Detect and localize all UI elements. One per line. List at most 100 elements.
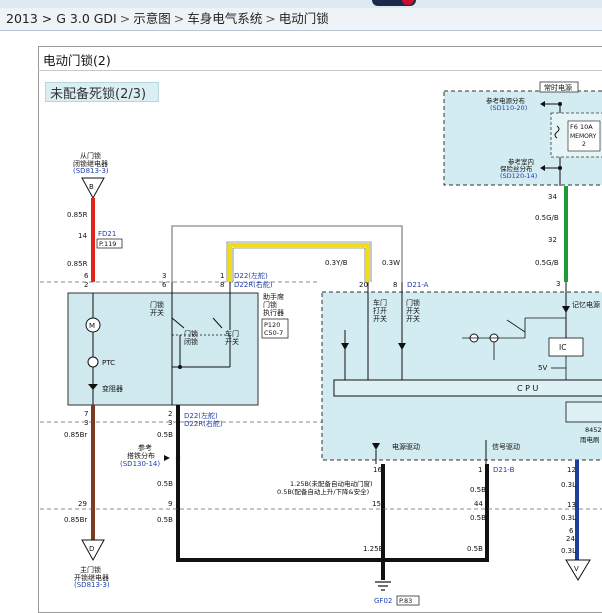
wire-05b-4: 0.5B <box>470 514 486 522</box>
ref-indoor-fuse-code: (SD120-14) <box>500 172 537 180</box>
cpu-label: C P U <box>517 384 538 393</box>
pin-1: 1 <box>220 272 224 280</box>
wire-125b-note-1: 1.25B(未配备自动电动门窗) <box>290 479 373 488</box>
wire-085br-1: 0.85Br <box>64 431 87 439</box>
ground-page: P.83 <box>399 597 412 605</box>
conn-c50-7: C50-7 <box>264 329 283 337</box>
signal-drive: 信号驱动 <box>492 442 520 451</box>
wire-03l-3: 0.3L <box>561 547 576 555</box>
door-open-switch-2: 开关 <box>225 337 239 346</box>
door-lock-closed-2: 闭锁 <box>184 337 198 346</box>
right-switch-a-2: 打开 <box>373 306 387 315</box>
pin-44: 44 <box>474 500 483 508</box>
right-switch-a-3: 开关 <box>373 314 387 323</box>
main-door-lock-code: (SD813-3) <box>74 581 110 589</box>
right-switch-b-3: 开关 <box>406 314 420 323</box>
connector-b-label: B <box>89 183 94 191</box>
right-edge-box <box>565 401 602 423</box>
constant-power-title: 常时电源 <box>544 83 572 92</box>
wire-05gb-2: 0.5G/B <box>535 259 559 267</box>
wire-05b-5: 0.5B <box>157 516 173 524</box>
right-edge-rain: 雨电刷 <box>580 435 600 444</box>
d22r-right-drive: D22R(右舵) <box>234 280 273 289</box>
right-switch-b-2: 开关 <box>406 306 420 315</box>
d22r-bot-right: D22R(右舵) <box>184 419 223 428</box>
passenger-actuator-2: 门锁 <box>263 300 277 309</box>
wire-05b-6: 0.5B <box>467 545 483 553</box>
wire-03yb: 0.3Y/B <box>325 259 348 267</box>
memory-power: 记忆电源 <box>572 300 600 309</box>
indoor-fuse-node <box>558 166 562 170</box>
wire-3-right: 3 <box>556 280 560 288</box>
conn-d21b: D21-B <box>493 466 515 474</box>
ref-power-dist-code: (SD110-20) <box>490 104 527 112</box>
wire-085br-2: 0.85Br <box>64 516 87 524</box>
wire-125b-note-2: 0.5B(配备自动上升/下降&安全) <box>277 487 369 496</box>
wire-6: 6 <box>569 527 574 535</box>
wire-085r-2: 0.85R <box>67 260 88 268</box>
fuse-name: F6 10A <box>570 123 593 131</box>
door-lock-switch-1: 门锁 <box>150 300 164 309</box>
pin-7: 7 <box>84 410 88 418</box>
pin-9: 9 <box>168 500 172 508</box>
from-door-lock-code: (SD813-3) <box>73 167 109 175</box>
pin-3-mid: 3 <box>162 272 166 280</box>
fuse-memory: MEMORY <box>570 133 597 140</box>
main-door-lock-1: 主门锁 <box>80 565 101 574</box>
wire-34: 34 <box>548 193 557 201</box>
pin-15: 15 <box>372 500 381 508</box>
pin-1-right: 1 <box>478 466 482 474</box>
fuse-number: 2 <box>582 141 586 148</box>
pin-6-mid: 6 <box>162 281 167 289</box>
wire-13: 13 <box>567 501 576 509</box>
door-open-switch-1: 车门 <box>225 329 239 338</box>
conn-p120: P120 <box>264 321 280 329</box>
d22-bot-left: D22(左舵) <box>184 411 218 420</box>
pin-8: 8 <box>220 281 224 289</box>
wire-32: 32 <box>548 236 557 244</box>
pin-14: 14 <box>78 232 87 240</box>
ref-ground-code: (SD130-14) <box>120 460 160 468</box>
wire-03w: 0.3W <box>382 259 400 267</box>
wire-05gb-1: 0.5G/B <box>535 214 559 222</box>
door-lock-closed-1: 门锁 <box>184 329 198 338</box>
wire-125b: 1.25B <box>363 545 384 553</box>
from-door-lock-1: 从门锁 <box>80 151 101 160</box>
five-v: 5V <box>538 364 547 372</box>
right-switch-b-1: 门锁 <box>406 298 420 307</box>
passenger-actuator-3: 执行器 <box>263 308 284 317</box>
ptc-label: PTC <box>102 359 115 367</box>
d22-left-drive: D22(左舵) <box>234 271 268 280</box>
cpu-bar <box>333 379 602 397</box>
wiring-diagram: 常时电源 参考电源分布 (SD110-20) F6 10A MEMORY 2 参… <box>40 81 602 606</box>
wire-03l-1: 0.3L <box>561 481 576 489</box>
pin-2-bot: 2 <box>168 410 172 418</box>
wire-05b-2: 0.5B <box>157 480 173 488</box>
ref-ground-node <box>175 455 181 461</box>
motor-label: M <box>89 322 95 330</box>
conn-fd21: FD21 <box>98 230 116 238</box>
conn-d21a: D21-A <box>407 281 429 289</box>
pin-20: 20 <box>359 281 368 289</box>
resistor-label: 变阻器 <box>102 384 123 393</box>
switch-node <box>178 365 182 369</box>
wire-085r-1: 0.85R <box>67 211 88 219</box>
ground-gf02: GF02 <box>374 597 392 605</box>
ref-ground-arrow <box>164 455 170 461</box>
pin-3-bot: 3 <box>168 419 172 427</box>
right-edge-8452: 8452 <box>585 426 602 434</box>
wire-24: 24 <box>566 535 575 543</box>
pin-8-right: 8 <box>393 281 397 289</box>
pin-29: 29 <box>78 500 87 508</box>
connector-d-label: D <box>89 545 94 553</box>
door-lock-switch-2: 开关 <box>150 308 164 317</box>
ic-label: IC <box>559 343 566 352</box>
pin-6-left: 6 <box>84 272 89 280</box>
connector-v-label: V <box>574 565 579 573</box>
ref-ground-2: 搭铁分布 <box>127 451 155 460</box>
wire-12: 12 <box>567 466 576 474</box>
pin-3-left: 3 <box>84 419 88 427</box>
wire-03l-2: 0.3L <box>561 514 576 522</box>
power-drive: 电源驱动 <box>392 442 420 451</box>
ptc-symbol <box>87 356 99 368</box>
